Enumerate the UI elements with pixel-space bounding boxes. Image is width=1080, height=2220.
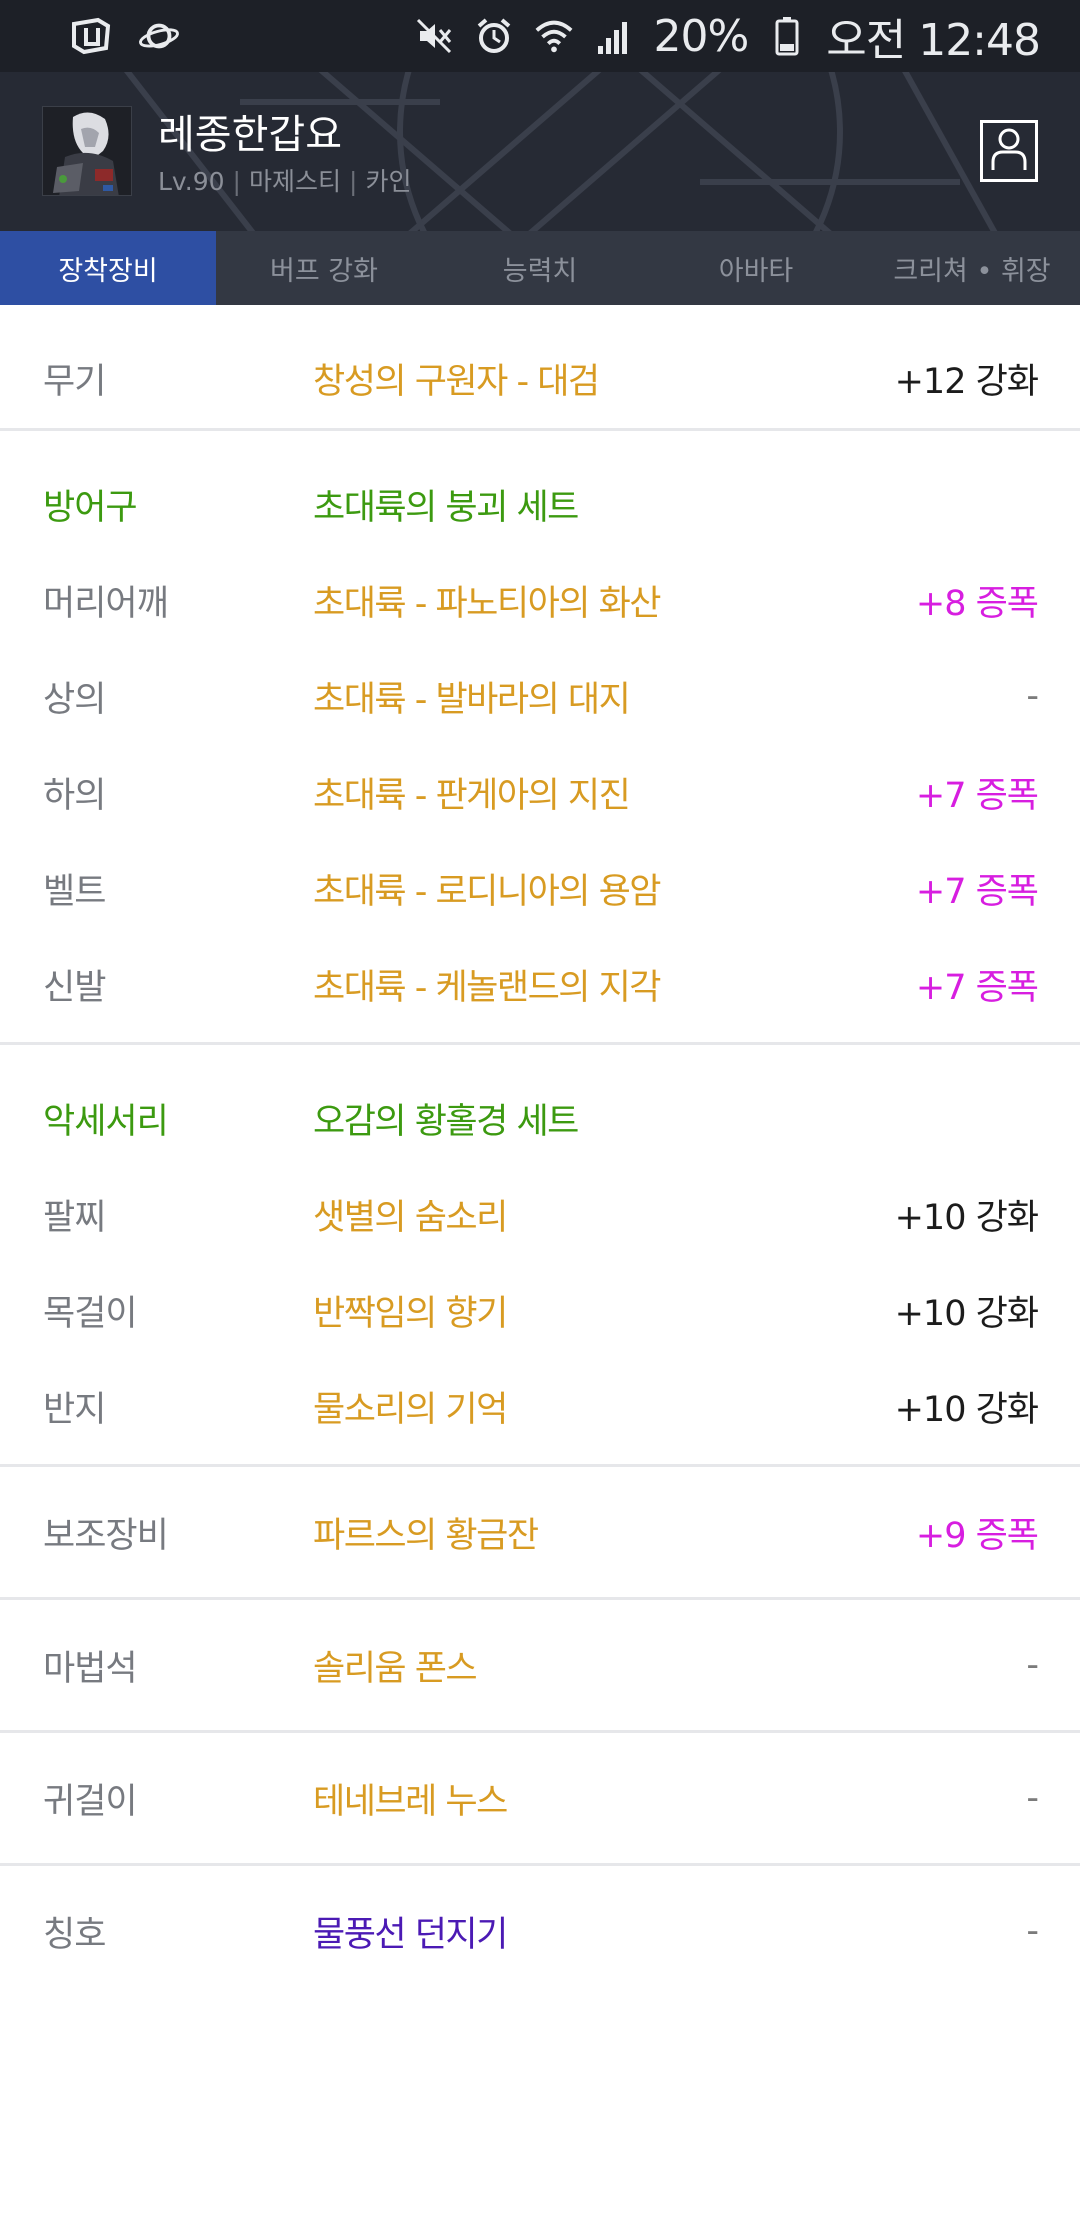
tab-avatar[interactable]: 아바타 <box>648 231 864 305</box>
item-name[interactable]: 창성의 구원자 - 대검 <box>313 353 600 404</box>
equipment-row-weapon[interactable]: 무기 창성의 구원자 - 대검 +12 강화 <box>0 330 1080 426</box>
status-left <box>70 15 180 57</box>
armor-set-header: 방어구 초대륙의 붕괴 세트 <box>0 456 1080 552</box>
character-name: 레종한갑요 <box>158 112 342 158</box>
enhance-level: +10 강화 <box>894 1197 1039 1238</box>
planet-icon <box>138 15 180 57</box>
equipment-row-sub[interactable]: 보조장비 파르스의 황금잔 +9 증폭 <box>0 1484 1080 1580</box>
info-separator: | <box>232 167 241 196</box>
slot-label: 신발 <box>43 967 106 1008</box>
tab-equipment[interactable]: 장착장비 <box>0 231 216 305</box>
enhance-level: - <box>1026 676 1039 716</box>
status-bar: 20% 오전 12:48 <box>0 0 1080 72</box>
slot-label: 반지 <box>43 1389 106 1430</box>
amplify-level: +7 증폭 <box>915 775 1039 816</box>
equipment-row-title[interactable]: 칭호 물풍선 던지기 - <box>0 1883 1080 1979</box>
slot-label: 무기 <box>43 361 106 402</box>
magic-stone-section: 마법석 솔리움 폰스 - <box>0 1600 1080 1730</box>
amplify-level: +8 증폭 <box>915 583 1039 624</box>
battery-icon <box>766 15 808 57</box>
slot-label: 머리어깨 <box>43 583 169 624</box>
tab-creature-emblem[interactable]: 크리쳐 • 휘장 <box>864 231 1080 305</box>
item-name[interactable]: 초대륙 - 발바라의 대지 <box>313 671 631 722</box>
sub-equipment-section: 보조장비 파르스의 황금잔 +9 증폭 <box>0 1467 1080 1597</box>
item-name[interactable]: 물풍선 던지기 <box>313 1906 508 1957</box>
set-name[interactable]: 초대륙의 붕괴 세트 <box>313 479 579 530</box>
status-right: 20% 오전 12:48 <box>413 4 1041 68</box>
character-info: Lv.90 | 마제스티 | 카인 <box>158 162 411 198</box>
item-name[interactable]: 초대륙 - 로디니아의 용암 <box>313 863 662 914</box>
enhance-level: - <box>1026 1778 1039 1818</box>
slot-label: 상의 <box>43 679 106 720</box>
enhance-level: +12 강화 <box>894 361 1039 402</box>
enhance-level: - <box>1026 1645 1039 1685</box>
app-icon <box>70 15 112 57</box>
mute-icon <box>413 15 455 57</box>
equipment-row-shoulder[interactable]: 머리어깨 초대륙 - 파노티아의 화산 +8 증폭 <box>0 552 1080 648</box>
item-name[interactable]: 초대륙 - 케놀랜드의 지각 <box>313 959 662 1010</box>
equipment-row-bracelet[interactable]: 팔찌 샛별의 숨소리 +10 강화 <box>0 1166 1080 1262</box>
item-name[interactable]: 반짝임의 향기 <box>313 1285 508 1336</box>
equipment-row-necklace[interactable]: 목걸이 반짝임의 향기 +10 강화 <box>0 1262 1080 1358</box>
title-section: 칭호 물풍선 던지기 - <box>0 1866 1080 1979</box>
item-name[interactable]: 테네브레 누스 <box>313 1773 508 1824</box>
slot-label: 목걸이 <box>43 1293 138 1334</box>
character-avatar[interactable] <box>42 106 132 196</box>
battery-percent: 20% <box>653 10 749 62</box>
character-level: Lv.90 <box>158 167 225 196</box>
slot-label: 하의 <box>43 775 106 816</box>
alarm-icon <box>473 15 515 57</box>
equipment-row-ring[interactable]: 반지 물소리의 기억 +10 강화 <box>0 1358 1080 1454</box>
tab-bar: 장착장비 버프 강화 능력치 아바타 크리쳐 • 휘장 <box>0 231 1080 305</box>
enhance-level: - <box>1026 1911 1039 1951</box>
equipment-row-top[interactable]: 상의 초대륙 - 발바라의 대지 - <box>0 648 1080 744</box>
item-name[interactable]: 초대륙 - 판게아의 지진 <box>313 767 631 818</box>
profile-button[interactable] <box>980 120 1038 182</box>
amplify-level: +7 증폭 <box>915 967 1039 1008</box>
slot-label: 벨트 <box>43 871 106 912</box>
equipment-row-magic-stone[interactable]: 마법석 솔리움 폰스 - <box>0 1617 1080 1713</box>
tab-buff-enhance[interactable]: 버프 강화 <box>216 231 432 305</box>
item-name[interactable]: 솔리움 폰스 <box>313 1640 478 1691</box>
weapon-section: 무기 창성의 구원자 - 대검 +12 강화 <box>0 305 1080 428</box>
category-label: 방어구 <box>43 487 138 528</box>
earring-section: 귀걸이 테네브레 누스 - <box>0 1733 1080 1863</box>
slot-label: 팔찌 <box>43 1197 106 1238</box>
armor-section: 방어구 초대륙의 붕괴 세트 머리어깨 초대륙 - 파노티아의 화산 +8 증폭… <box>0 431 1080 1042</box>
info-separator: | <box>349 167 358 196</box>
item-name[interactable]: 초대륙 - 파노티아의 화산 <box>313 575 662 626</box>
item-name[interactable]: 샛별의 숨소리 <box>313 1189 508 1240</box>
character-header: 레종한갑요 Lv.90 | 마제스티 | 카인 <box>0 72 1080 231</box>
equipment-row-bottom[interactable]: 하의 초대륙 - 판게아의 지진 +7 증폭 <box>0 744 1080 840</box>
slot-label: 보조장비 <box>43 1515 169 1556</box>
amplify-level: +7 증폭 <box>915 871 1039 912</box>
item-name[interactable]: 물소리의 기억 <box>313 1381 508 1432</box>
equipment-row-shoes[interactable]: 신발 초대륙 - 케놀랜드의 지각 +7 증폭 <box>0 936 1080 1032</box>
person-icon <box>989 126 1029 176</box>
equipment-row-belt[interactable]: 벨트 초대륙 - 로디니아의 용암 +7 증폭 <box>0 840 1080 936</box>
equipment-row-earring[interactable]: 귀걸이 테네브레 누스 - <box>0 1750 1080 1846</box>
category-label: 악세서리 <box>43 1101 169 1142</box>
signal-icon <box>593 15 635 57</box>
enhance-level: +10 강화 <box>894 1389 1039 1430</box>
accessory-set-header: 악세서리 오감의 황홀경 세트 <box>0 1070 1080 1166</box>
character-job: 마제스티 <box>248 167 341 196</box>
equipment-list: 무기 창성의 구원자 - 대검 +12 강화 방어구 초대륙의 붕괴 세트 머리… <box>0 305 1080 1979</box>
set-name[interactable]: 오감의 황홀경 세트 <box>313 1093 579 1144</box>
tab-stats[interactable]: 능력치 <box>432 231 648 305</box>
amplify-level: +9 증폭 <box>915 1515 1039 1556</box>
character-base-class: 카인 <box>365 167 412 196</box>
slot-label: 귀걸이 <box>43 1781 138 1822</box>
slot-label: 칭호 <box>43 1914 106 1955</box>
wifi-icon <box>533 15 575 57</box>
accessory-section: 악세서리 오감의 황홀경 세트 팔찌 샛별의 숨소리 +10 강화 목걸이 반짝… <box>0 1045 1080 1464</box>
item-name[interactable]: 파르스의 황금잔 <box>313 1507 539 1558</box>
clock: 오전 12:48 <box>826 15 1041 66</box>
slot-label: 마법석 <box>43 1648 138 1689</box>
enhance-level: +10 강화 <box>894 1293 1039 1334</box>
